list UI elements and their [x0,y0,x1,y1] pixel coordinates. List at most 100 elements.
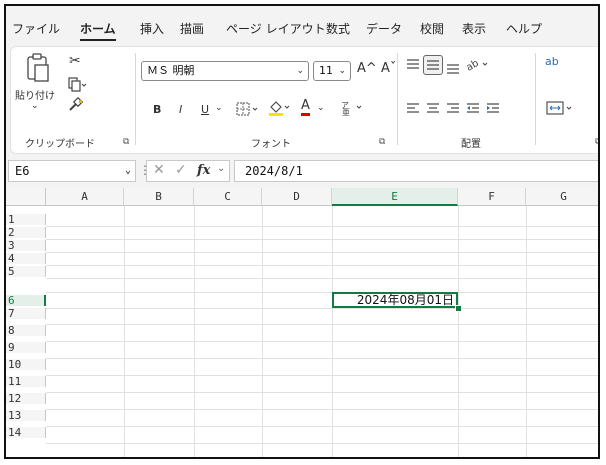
tab-data[interactable]: データ [366,20,402,37]
gridline [124,206,125,457]
gridline [46,226,598,227]
separator [135,53,136,145]
row-header[interactable]: 8 [6,325,46,336]
gridline [46,252,598,253]
row-header[interactable]: 5 [6,266,46,277]
tab-insert[interactable]: 挿入 [140,20,164,37]
gridline [46,278,598,279]
align-bottom-icon[interactable] [445,59,461,79]
chevron-down-icon[interactable]: ⌄ [217,163,225,174]
formula-input[interactable]: 2024/8/1 [234,160,598,182]
column-header-selected[interactable]: E [332,188,458,206]
column-header[interactable]: B [124,188,194,206]
font-color-button[interactable]: A [301,99,310,116]
active-cell-value: 2024年08月01日 [356,293,454,307]
insert-function-button[interactable]: fx [197,163,210,178]
chevron-down-icon: ⌄ [296,66,304,76]
merge-center-icon[interactable] [545,99,575,121]
paste-dropdown-icon[interactable]: ⌄ [31,101,39,111]
enter-icon[interactable]: ✓ [175,162,187,178]
font-group-label: フォント [251,139,291,150]
worksheet-grid[interactable]: A B C D E F G 1 2 3 4 5 6 7 8 9 10 11 12… [6,188,598,457]
row-header[interactable]: 10 [6,359,46,370]
tab-draw[interactable]: 描画 [180,20,204,37]
font-size-select[interactable]: 11 ⌄ [313,61,351,81]
row-header[interactable]: 14 [6,427,46,438]
tab-formulas[interactable]: 数式 [326,20,350,37]
align-left-icon[interactable] [405,101,421,121]
gridline [46,265,598,266]
alignment-launcher-icon[interactable]: ⧉ [595,137,598,147]
chevron-down-icon[interactable]: ⌄ [215,103,223,113]
gridline [46,358,598,359]
chevron-down-icon[interactable]: ⌄ [317,103,325,113]
formula-value: 2024/8/1 [245,164,303,178]
grow-font-button[interactable]: A^ [357,61,377,76]
cut-icon[interactable]: ✂ [69,53,81,69]
separator [397,53,398,145]
cancel-icon[interactable]: ✕ [153,162,165,178]
format-painter-icon[interactable] [67,96,84,117]
shrink-font-button[interactable]: Aˇ [381,61,396,76]
align-middle-icon[interactable] [423,55,443,75]
orientation-icon[interactable]: ab [464,55,493,77]
clipboard-group-label: クリップボード [25,139,95,150]
underline-button[interactable]: U [201,103,209,116]
name-box-value: E6 [15,164,30,178]
row-header[interactable]: 3 [6,240,46,251]
tab-review[interactable]: 校閲 [420,20,444,37]
gridline [458,206,459,457]
fill-handle[interactable] [455,305,462,312]
gridline [262,206,263,457]
row-header[interactable]: 13 [6,410,46,421]
gridline [46,426,598,427]
row-header[interactable]: 7 [6,308,46,319]
borders-icon[interactable] [235,101,261,121]
tab-file[interactable]: ファイル [12,20,60,37]
chevron-down-icon: ⌄ [338,66,346,76]
gridline [46,443,598,444]
paste-button[interactable]: 貼り付け [15,87,55,102]
phonetic-icon[interactable]: ア 亜 [339,99,367,121]
decrease-indent-icon[interactable] [465,101,481,121]
italic-button[interactable]: I [179,103,182,116]
select-all-button[interactable] [6,188,46,206]
column-header[interactable]: A [46,188,124,206]
column-header[interactable]: G [526,188,598,206]
row-header[interactable]: 9 [6,342,46,353]
copy-icon[interactable] [67,77,87,97]
bold-button[interactable]: B [153,103,161,116]
clipboard-launcher-icon[interactable]: ⧉ [123,137,129,147]
tab-page-layout[interactable]: ページ レイアウト [226,20,326,37]
font-name-value: ＭＳ 明朝 [147,64,195,77]
name-box[interactable]: E6 ⌄ [8,160,136,182]
font-name-select[interactable]: ＭＳ 明朝 ⌄ [141,61,309,81]
tab-view[interactable]: 表示 [462,20,486,37]
gridline [46,341,598,342]
svg-text:ab: ab [465,58,481,73]
gridline [46,324,598,325]
formula-controls: ✕ ✓ fx ⌄ [146,160,230,182]
chevron-down-icon[interactable]: ⌄ [125,161,131,181]
active-cell[interactable]: 2024年08月01日 [332,292,458,308]
column-header[interactable]: D [262,188,332,206]
tab-help[interactable]: ヘルプ [506,20,542,37]
row-header[interactable]: 4 [6,253,46,264]
align-center-icon[interactable] [425,101,441,121]
row-header[interactable]: 1 [6,214,46,225]
row-header[interactable]: 2 [6,227,46,238]
column-header[interactable]: F [458,188,526,206]
increase-indent-icon[interactable] [485,101,501,121]
fill-color-icon[interactable] [267,99,293,121]
wrap-text-button[interactable]: ab [545,55,559,68]
font-launcher-icon[interactable]: ⧉ [379,137,385,147]
row-header[interactable]: 12 [6,393,46,404]
paste-icon[interactable] [25,53,51,87]
align-top-icon[interactable] [405,57,421,77]
align-right-icon[interactable] [445,101,461,121]
gridline [46,409,598,410]
tab-home[interactable]: ホーム [80,20,116,41]
row-header-selected[interactable]: 6 [6,295,46,306]
row-header[interactable]: 11 [6,376,46,387]
column-header[interactable]: C [194,188,262,206]
